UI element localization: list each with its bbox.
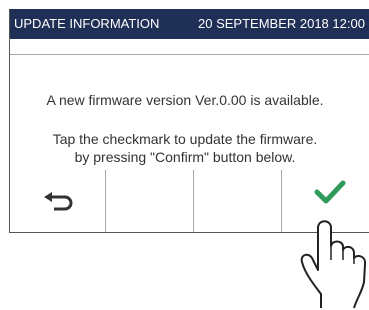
message-line-1: A new firmware version Ver.0.00 is avail…: [46, 92, 324, 108]
message-line-2: Tap the checkmark to update the firmware…: [52, 131, 318, 147]
blank-button-3[interactable]: [194, 170, 282, 232]
header-bar: UPDATE INFORMATION 20 SEPTEMBER 2018 12:…: [10, 9, 369, 39]
hand-pointer-icon: [300, 220, 367, 309]
back-button[interactable]: [10, 170, 106, 232]
screen-title: UPDATE INFORMATION: [14, 16, 160, 31]
blank-button-2[interactable]: [106, 170, 194, 232]
back-arrow-icon: [44, 192, 73, 211]
message-line-3: by pressing "Confirm" button below.: [74, 149, 296, 165]
message-panel: A new firmware version Ver.0.00 is avail…: [10, 54, 369, 171]
date-time: 20 SEPTEMBER 2018 12:00: [198, 16, 365, 31]
